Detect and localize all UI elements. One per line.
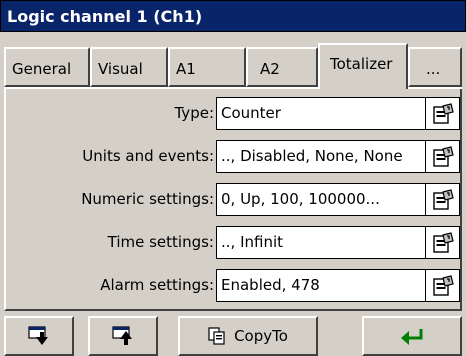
units-events-field[interactable]: .., Disabled, None, None: [216, 140, 426, 173]
copyto-button[interactable]: CopyTo: [178, 316, 318, 356]
tab-a2[interactable]: A2: [246, 47, 318, 87]
tab-label: A1: [176, 60, 196, 78]
type-label: Type:: [174, 104, 214, 122]
type-edit-button[interactable]: [426, 97, 460, 130]
type-row: Type: Counter: [6, 97, 464, 130]
edit-properties-icon: [432, 188, 454, 210]
edit-properties-icon: [432, 102, 454, 124]
edit-properties-icon: [432, 231, 454, 253]
tab-general[interactable]: General: [4, 47, 90, 87]
copyto-label: CopyTo: [234, 327, 288, 345]
numeric-settings-row: Numeric settings: 0, Up, 100, 100000...: [6, 183, 464, 216]
move-up-icon: [112, 326, 132, 345]
alarm-settings-field[interactable]: Enabled, 478: [216, 269, 426, 302]
numeric-settings-label: Numeric settings:: [81, 190, 214, 208]
numeric-settings-edit-button[interactable]: [426, 183, 460, 216]
enter-button[interactable]: [362, 316, 462, 356]
tab-more[interactable]: ...: [408, 47, 462, 87]
time-settings-field[interactable]: .., Infinit: [216, 226, 426, 259]
type-field[interactable]: Counter: [216, 97, 426, 130]
units-events-label: Units and events:: [82, 147, 214, 165]
alarm-settings-row: Alarm settings: Enabled, 478: [6, 269, 464, 302]
alarm-settings-edit-button[interactable]: [426, 269, 460, 302]
edit-properties-icon: [432, 145, 454, 167]
copy-icon: [208, 327, 225, 345]
window-title: Logic channel 1 (Ch1): [0, 0, 466, 32]
move-down-icon: [28, 326, 48, 345]
bottom-toolbar: CopyTo: [0, 316, 466, 356]
time-settings-label: Time settings:: [107, 233, 214, 251]
tab-a1[interactable]: A1: [168, 47, 246, 87]
time-settings-edit-button[interactable]: [426, 226, 460, 259]
numeric-settings-field[interactable]: 0, Up, 100, 100000...: [216, 183, 426, 216]
units-events-row: Units and events: .., Disabled, None, No…: [6, 140, 464, 173]
tab-visual[interactable]: Visual: [90, 47, 168, 87]
tab-label: Visual: [98, 60, 143, 78]
tab-totalizer[interactable]: Totalizer: [318, 43, 408, 89]
tab-label: ...: [426, 60, 441, 78]
tab-label: Totalizer: [330, 55, 393, 73]
move-up-button[interactable]: [88, 316, 158, 356]
enter-icon: [401, 329, 423, 345]
units-events-edit-button[interactable]: [426, 140, 460, 173]
tab-label: A2: [260, 60, 280, 78]
totalizer-panel: Type: Counter Units and events: .., Disa…: [4, 87, 462, 311]
tab-label: General: [12, 60, 72, 78]
alarm-settings-label: Alarm settings:: [100, 276, 214, 294]
tab-strip: General Visual A1 A2 Totalizer ...: [4, 43, 462, 89]
move-down-button[interactable]: [4, 316, 74, 356]
edit-properties-icon: [432, 274, 454, 296]
time-settings-row: Time settings: .., Infinit: [6, 226, 464, 259]
